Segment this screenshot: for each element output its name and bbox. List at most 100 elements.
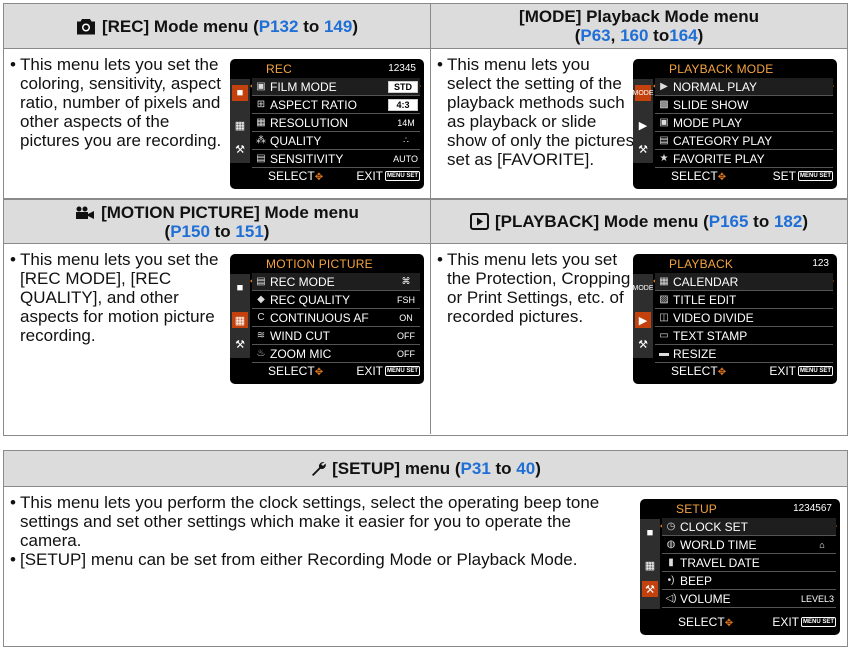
- playback-description-item: This menu lets you set the Protection, C…: [437, 250, 637, 326]
- category-icon: ▤: [659, 135, 669, 146]
- screen-menu-row[interactable]: ▮ TRAVEL DATE: [662, 554, 836, 572]
- screen-menu-row[interactable]: ▨ TITLE EDIT: [655, 291, 833, 309]
- page-ref-link[interactable]: 149: [324, 17, 352, 36]
- screen-menu-row[interactable]: C CONTINUOUS AF ON: [252, 309, 420, 327]
- page-ref-link[interactable]: P150: [170, 222, 210, 241]
- page-ref-link[interactable]: P165: [709, 212, 749, 231]
- screen-footer: SELECT✥ EXIT MENU SET: [268, 364, 420, 378]
- camera-tab-icon[interactable]: ■: [232, 85, 248, 101]
- menu-set-icon: MENU SET: [384, 171, 420, 181]
- page-ref-link[interactable]: 182: [774, 212, 802, 231]
- travel-icon: ▮: [668, 557, 674, 568]
- screen-footer: SELECT✥ EXIT MENU SET: [268, 169, 420, 183]
- volume-icon: ◁): [665, 593, 677, 604]
- rec-menu-title: [REC] Mode menu (P132 to 149): [101, 16, 359, 36]
- mode-menu-title: [MODE] Playback Mode menu (P63, 160 to16…: [519, 7, 759, 45]
- camera-tab-icon[interactable]: ■: [642, 525, 658, 541]
- screen-menu-row[interactable]: ▭ TEXT STAMP: [655, 327, 833, 345]
- screen-side-tabs: ■ ▦ ⚒: [640, 519, 660, 609]
- screen-menu-row[interactable]: ▤ REC MODE ⌘: [252, 273, 420, 291]
- screen-menu-row[interactable]: ♨ ZOOM MIC OFF: [252, 345, 420, 363]
- mode-menu-body: This menu lets you select the setting of…: [431, 49, 847, 199]
- page-ref-link[interactable]: P132: [259, 17, 299, 36]
- setup-description-item: [SETUP] menu can be set from either Reco…: [10, 550, 622, 569]
- screen-menu-row[interactable]: ≋ WIND CUT OFF: [252, 327, 420, 345]
- playback-menu-body: This menu lets you set the Protection, C…: [431, 244, 847, 434]
- screen-menu-row[interactable]: ▤ CATEGORY PLAY: [655, 132, 833, 150]
- menu-table: [REC] Mode menu (P132 to 149) [MODE] Pla…: [3, 3, 848, 436]
- movie-tab-icon[interactable]: ▦: [232, 117, 248, 133]
- rec-description: This menu lets you set the coloring, sen…: [10, 55, 225, 150]
- screen-menu-row[interactable]: ◫ VIDEO DIVIDE: [655, 309, 833, 327]
- mode-description-item: This menu lets you select the setting of…: [437, 55, 637, 169]
- setup-description-item: This menu lets you perform the clock set…: [10, 493, 622, 550]
- mode-description: This menu lets you select the setting of…: [437, 55, 637, 169]
- screen-menu-row[interactable]: ▬ RESIZE: [655, 345, 833, 363]
- play-box-icon: [469, 213, 489, 230]
- wrench-tab-icon[interactable]: ⚒: [635, 141, 651, 157]
- rec-menu-header: [REC] Mode menu (P132 to 149): [4, 4, 431, 49]
- cursor-cross-icon: ✥: [717, 367, 727, 378]
- screen-menu-row[interactable]: ◷ CLOCK SET: [662, 518, 836, 536]
- screen-page-indicator: 123: [812, 258, 829, 269]
- motion-menu-screen: MOTION PICTURE ■ ▦ ⚒ ▤ REC MODE ⌘ ◆ REC QUA…: [230, 254, 424, 384]
- screen-title: PLAYBACK MODE: [669, 62, 774, 76]
- page-ref-link[interactable]: 164: [669, 26, 697, 45]
- screen-menu-row[interactable]: ◁) VOLUME LEVEL3: [662, 590, 836, 608]
- movie-tab-icon[interactable]: ▦: [232, 312, 248, 328]
- screen-menu-row[interactable]: ▩ SLIDE SHOW: [655, 96, 833, 114]
- setup-menu-screen: SETUP 1234567 ■ ▦ ⚒ ◷ CLOCK SET ◍ WORLD TI…: [640, 499, 840, 635]
- camera-tab-icon[interactable]: ■: [232, 280, 248, 296]
- cursor-cross-icon: ✥: [717, 172, 727, 183]
- screen-menu-row[interactable]: ▣ FILM MODE STD: [252, 78, 420, 96]
- screen-menu-row[interactable]: •) BEEP: [662, 572, 836, 590]
- resolution-icon: ▦: [256, 117, 266, 128]
- screen-menu-row[interactable]: ★ FAVORITE PLAY: [655, 150, 833, 168]
- page-ref-link[interactable]: 160: [620, 26, 648, 45]
- screen-menu-row[interactable]: ▦ CALENDAR: [655, 273, 833, 291]
- page-ref-link[interactable]: 40: [516, 459, 535, 478]
- play-tab-icon[interactable]: ▶: [635, 117, 651, 133]
- screen-side-tabs: ■ ▦ ⚒: [230, 79, 250, 163]
- mode-tab-icon[interactable]: MODE: [633, 280, 654, 296]
- screen-side-tabs: ■ ▦ ⚒: [230, 274, 250, 358]
- screen-menu-row[interactable]: ▤ SENSITIVITY AUTO: [252, 150, 420, 168]
- screen-menu-row[interactable]: ⁂ QUALITY ∴: [252, 132, 420, 150]
- mode-tab-icon[interactable]: MODE: [633, 85, 654, 101]
- page-ref-link[interactable]: P63: [580, 26, 610, 45]
- screen-page-indicator: 1234567: [793, 503, 832, 514]
- mode-menu-screen: PLAYBACK MODE MODE ▶ ⚒ ▶ NORMAL PLAY ▩ SLI…: [633, 59, 837, 189]
- playback-menu-header: [PLAYBACK] Mode menu (P165 to 182): [431, 199, 847, 244]
- screen-menu-row[interactable]: ◆ REC QUALITY FSH: [252, 291, 420, 309]
- screen-footer: SELECT✥ EXIT MENU SET: [678, 615, 836, 629]
- page-ref-link[interactable]: 151: [235, 222, 263, 241]
- slideshow-icon: ▩: [659, 99, 669, 110]
- wrench-tab-icon[interactable]: ⚒: [232, 336, 248, 352]
- screen-menu-row[interactable]: ▣ MODE PLAY: [655, 114, 833, 132]
- title-edit-icon: ▨: [659, 294, 669, 305]
- quality-icon: ⁂: [256, 135, 266, 146]
- page-ref-link[interactable]: P31: [461, 459, 491, 478]
- screen-menu-row[interactable]: ⊞ ASPECT RATIO 4:3: [252, 96, 420, 114]
- menu-set-icon: MENU SET: [384, 366, 420, 376]
- play-icon: ▶: [660, 81, 668, 92]
- wrench-tab-icon[interactable]: ⚒: [232, 141, 248, 157]
- rec-menu-body: This menu lets you set the coloring, sen…: [4, 49, 431, 199]
- screen-menu-row[interactable]: ◍ WORLD TIME ⌂: [662, 536, 836, 554]
- screen-menu-row[interactable]: ▶ NORMAL PLAY: [655, 78, 833, 96]
- wrench-tab-icon[interactable]: ⚒: [635, 336, 651, 352]
- cursor-cross-icon: ✥: [724, 618, 734, 629]
- menu-set-icon: MENU SET: [797, 366, 833, 376]
- aspect-icon: ⊞: [256, 99, 266, 110]
- cursor-cross-icon: ✥: [314, 172, 324, 183]
- setup-menu-title: [SETUP] menu (P31 to 40): [332, 459, 541, 478]
- wrench-tab-icon[interactable]: ⚒: [642, 581, 658, 597]
- movie-tab-icon[interactable]: ▦: [642, 557, 658, 573]
- rec-mode-icon: ▤: [256, 276, 266, 287]
- video-divide-icon: ◫: [659, 312, 669, 323]
- iso-icon: ▤: [256, 153, 266, 164]
- screen-menu-row[interactable]: ▦ RESOLUTION 14M: [252, 114, 420, 132]
- resize-icon: ▬: [659, 348, 669, 359]
- wrench-icon: [310, 461, 326, 477]
- play-tab-icon[interactable]: ▶: [635, 312, 651, 328]
